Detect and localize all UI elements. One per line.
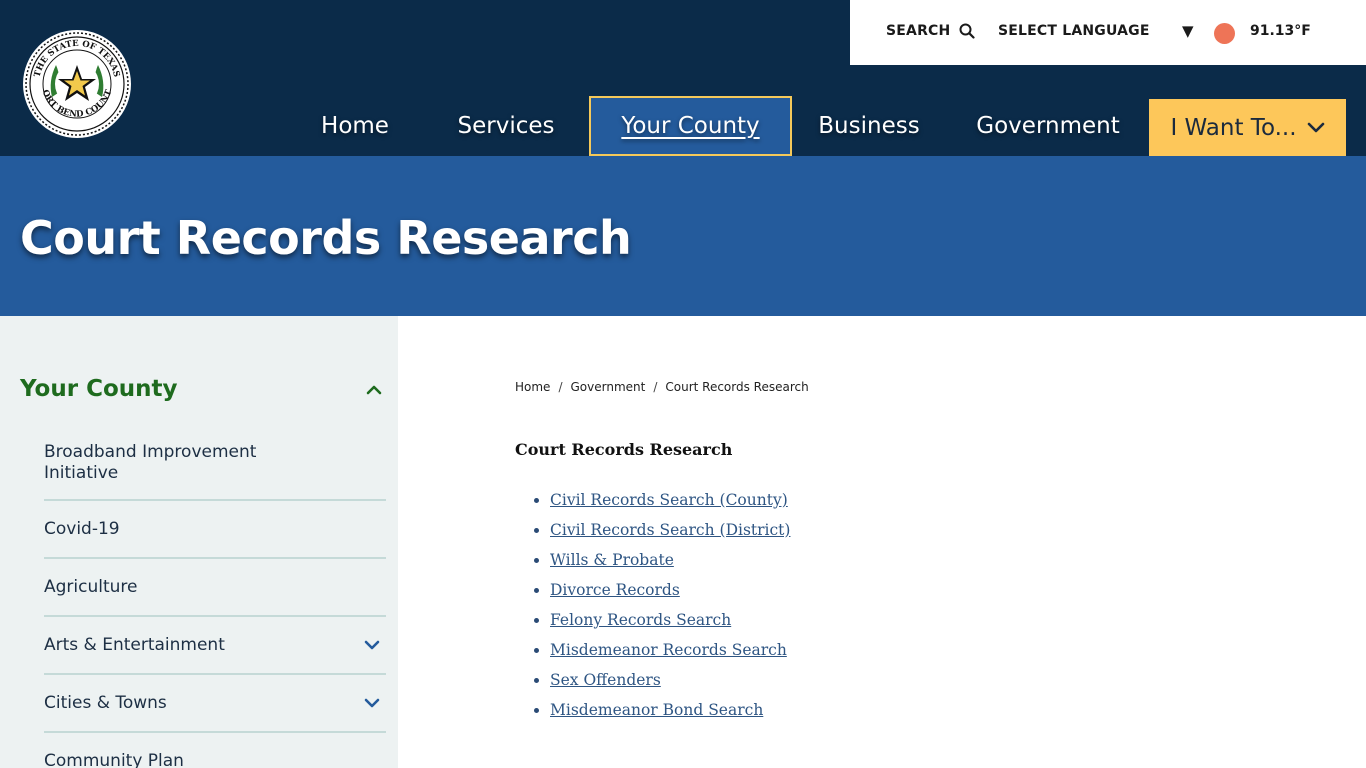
select-language-label[interactable]: SELECT LANGUAGE	[998, 23, 1150, 39]
list-item: Civil Records Search (County)	[550, 485, 1315, 515]
sidebar-list: Broadband Improvement Initiative Covid-1…	[44, 436, 386, 768]
utility-bar: SEARCH SELECT LANGUAGE ▼ 91.13°F	[850, 0, 1366, 65]
sidebar-title: Your County	[20, 376, 178, 402]
sidebar-item-label: Covid-19	[44, 519, 120, 539]
nav-your-county[interactable]: Your County	[589, 96, 792, 156]
chevron-up-icon[interactable]	[366, 384, 382, 395]
misdemeanor-records-link[interactable]: Misdemeanor Records Search	[550, 641, 787, 659]
records-link-list: Civil Records Search (County) Civil Reco…	[515, 485, 1315, 725]
civil-records-county-link[interactable]: Civil Records Search (County)	[550, 491, 788, 509]
sidebar-item-label: Cities & Towns	[44, 693, 167, 713]
civil-records-district-link[interactable]: Civil Records Search (District)	[550, 521, 790, 539]
sidebar-item-broadband[interactable]: Broadband Improvement Initiative	[44, 436, 386, 501]
sidebar-item-label: Broadband Improvement Initiative	[44, 442, 257, 483]
nav-government[interactable]: Government	[956, 96, 1140, 156]
breadcrumb-separator: /	[558, 380, 563, 394]
sidebar-nav: Your County Broadband Improvement Initia…	[0, 316, 398, 768]
breadcrumb-separator: /	[653, 380, 658, 394]
i-want-to-label: I Want To...	[1170, 114, 1297, 141]
sidebar-item-label: Community Plan	[44, 751, 184, 768]
breadcrumb-government[interactable]: Government	[570, 380, 645, 394]
sidebar-item-label: Agriculture	[44, 577, 138, 597]
misdemeanor-bond-link[interactable]: Misdemeanor Bond Search	[550, 701, 763, 719]
page-title: Court Records Research	[20, 211, 632, 265]
sidebar-header[interactable]: Your County	[20, 376, 382, 402]
breadcrumb: Home / Government / Court Records Resear…	[515, 380, 1315, 394]
list-item: Divorce Records	[550, 575, 1315, 605]
search-icon	[959, 23, 976, 39]
list-item: Wills & Probate	[550, 545, 1315, 575]
sidebar-item-label: Arts & Entertainment	[44, 635, 225, 655]
felony-records-link[interactable]: Felony Records Search	[550, 611, 731, 629]
site-header: THE STATE OF TEXAS FORT BEND COUNTY SEAR…	[0, 0, 1366, 156]
search-button[interactable]: SEARCH	[886, 23, 976, 39]
list-item: Misdemeanor Records Search	[550, 635, 1315, 665]
weather-icon	[1214, 23, 1235, 44]
sidebar-item-agriculture[interactable]: Agriculture	[44, 559, 386, 617]
breadcrumb-current: Court Records Research	[665, 380, 809, 394]
sidebar-item-arts-entertainment[interactable]: Arts & Entertainment	[44, 617, 386, 675]
i-want-to-button[interactable]: I Want To...	[1149, 99, 1346, 156]
chevron-down-icon	[1307, 122, 1324, 132]
wills-probate-link[interactable]: Wills & Probate	[550, 551, 674, 569]
nav-home[interactable]: Home	[300, 96, 410, 156]
list-item: Civil Records Search (District)	[550, 515, 1315, 545]
sidebar-item-community-plan[interactable]: Community Plan	[44, 733, 386, 768]
content-title: Court Records Research	[515, 440, 733, 459]
nav-services[interactable]: Services	[434, 96, 578, 156]
temperature-readout: 91.13°F	[1250, 23, 1311, 39]
chevron-down-icon[interactable]	[364, 698, 380, 709]
divorce-records-link[interactable]: Divorce Records	[550, 581, 680, 599]
language-dropdown-caret-icon[interactable]: ▼	[1182, 22, 1194, 40]
page-banner: Court Records Research	[0, 156, 1366, 316]
nav-business[interactable]: Business	[800, 96, 938, 156]
chevron-down-icon[interactable]	[364, 640, 380, 651]
list-item: Felony Records Search	[550, 605, 1315, 635]
list-item: Sex Offenders	[550, 665, 1315, 695]
breadcrumb-home[interactable]: Home	[515, 380, 550, 394]
sidebar-item-cities-towns[interactable]: Cities & Towns	[44, 675, 386, 733]
list-item: Misdemeanor Bond Search	[550, 695, 1315, 725]
sidebar-item-covid-19[interactable]: Covid-19	[44, 501, 386, 559]
main-content: Home / Government / Court Records Resear…	[515, 380, 1315, 725]
search-label: SEARCH	[886, 23, 951, 39]
sex-offenders-link[interactable]: Sex Offenders	[550, 671, 661, 689]
county-seal-logo[interactable]: THE STATE OF TEXAS FORT BEND COUNTY	[22, 29, 132, 139]
